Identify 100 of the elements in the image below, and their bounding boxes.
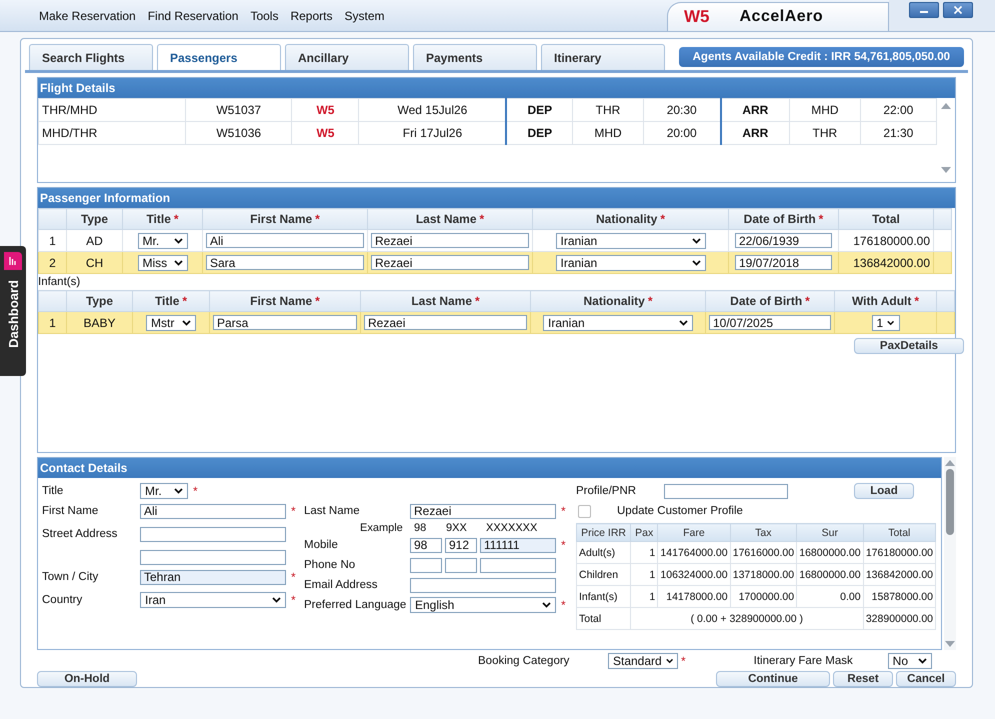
menu-item[interactable]: Tools	[250, 8, 278, 22]
required-mark: *	[193, 484, 198, 498]
infant-row[interactable]: 1 BABY Mstr Parsa Rezaei Iranian 10/07/2025 1	[38, 312, 954, 334]
table-cell: 176180000.00	[863, 542, 936, 564]
title-select[interactable]: Miss	[138, 254, 188, 271]
date-of-birth-field[interactable]: 19/07/2018	[735, 255, 832, 270]
checkbox-label: Update Customer Profile	[617, 505, 743, 518]
table-cell: 0.00	[796, 586, 864, 608]
column-header: Type	[66, 290, 132, 312]
booking-category-select[interactable]: Standard	[608, 652, 678, 669]
date-of-birth-field[interactable]: 22/06/1939	[735, 233, 832, 248]
last-name-field[interactable]: Rezaei	[371, 233, 529, 248]
table-cell: 1700000.00	[730, 586, 797, 608]
table-cell: MHD	[790, 98, 860, 122]
column-header: Date of Birth *	[706, 290, 834, 312]
tab[interactable]: Search Flights	[29, 44, 153, 70]
column-header: Total	[863, 524, 936, 542]
first-name-field[interactable]: Ali	[140, 504, 286, 519]
table-cell: 16800000.00	[796, 564, 864, 586]
menu-item[interactable]: Reports	[290, 8, 332, 22]
hint-text: XXXXXXX	[486, 522, 538, 534]
nationality-select[interactable]: Iranian	[556, 254, 706, 271]
title-select[interactable]: Mr.	[140, 483, 188, 500]
tab[interactable]: Itinerary	[541, 44, 665, 70]
language-select[interactable]: English	[410, 597, 556, 614]
menu-item[interactable]: Find Reservation	[148, 8, 238, 22]
panel-header: Flight Details	[38, 78, 955, 98]
required-mark: *	[561, 538, 566, 552]
dashboard-tab[interactable]: Dashboard	[0, 246, 26, 376]
mobile-number-field[interactable]: 912	[445, 538, 477, 553]
table-cell: DEP	[506, 122, 573, 145]
mobile-number-field[interactable]: 111111	[480, 538, 556, 553]
required-mark: *	[561, 598, 566, 612]
table-cell: 1	[630, 586, 658, 608]
field-label: Preferred Language	[304, 599, 408, 612]
fare-mask-select[interactable]: No	[888, 652, 932, 669]
hint-text: 9XX	[446, 522, 468, 534]
field-label: Title	[42, 485, 64, 498]
required-mark: *	[291, 593, 296, 608]
table-cell: 1	[630, 564, 658, 586]
table-cell: THR/MHD	[38, 98, 186, 122]
table-cell: 20:30	[643, 98, 721, 122]
on-hold-button[interactable]: On-Hold	[37, 670, 137, 687]
field-label: Last Name	[304, 505, 361, 518]
column-header: Price IRR	[576, 524, 631, 542]
reset-button[interactable]: Reset	[833, 670, 893, 687]
app-logo-text: AccelAero	[740, 8, 824, 26]
table-cell: 106324000.00	[658, 564, 730, 586]
column-header: Last Name *	[368, 208, 532, 230]
column-header: With Adult *	[834, 290, 936, 312]
table-cell: Adult(s)	[576, 542, 631, 564]
table-cell: 1	[38, 312, 66, 334]
first-name-field[interactable]: Parsa	[213, 315, 357, 330]
cancel-button[interactable]: Cancel	[896, 670, 956, 687]
table-cell: 1	[630, 542, 658, 564]
last-name-field[interactable]: Rezaei	[364, 315, 527, 330]
required-mark: *	[291, 570, 296, 584]
passenger-row[interactable]: 2 CH Miss Sara Rezaei Iranian 19/07/2018 136842000.00	[38, 252, 952, 274]
column-header: Tax	[730, 524, 797, 542]
date-of-birth-field[interactable]: 10/07/2025	[709, 315, 831, 330]
title-select[interactable]: Mr.	[138, 232, 188, 249]
table-cell: ARR	[720, 98, 790, 122]
last-name-field[interactable]: Rezaei	[371, 255, 529, 270]
nationality-select[interactable]: Iranian	[543, 314, 693, 331]
passenger-row[interactable]: 1 AD Mr. Ali Rezaei Iranian 22/06/1939 176180000.00	[38, 230, 952, 252]
first-name-field[interactable]: Ali	[206, 233, 364, 248]
nationality-select[interactable]: Iranian	[556, 232, 706, 249]
town-field[interactable]: Tehran	[140, 570, 286, 585]
first-name-field[interactable]: Sara	[206, 255, 364, 270]
table-cell: W5	[292, 122, 359, 145]
column-header: Nationality *	[530, 290, 706, 312]
pax-details-button[interactable]: PaxDetails	[854, 338, 964, 354]
column-header: First Name *	[210, 290, 360, 312]
panel-header: Passenger Information	[38, 188, 955, 208]
menu-item[interactable]: System	[344, 8, 384, 22]
column-header: First Name *	[202, 208, 368, 230]
load-button[interactable]: Load	[854, 483, 914, 500]
last-name-field[interactable]: Rezaei	[410, 504, 556, 519]
menu-item[interactable]: Make Reservation	[39, 8, 136, 22]
panel-header: Contact Details	[38, 458, 941, 478]
airline-code: W5	[684, 7, 710, 27]
table-cell: 13718000.00	[730, 564, 797, 586]
mobile-number-field[interactable]: 98	[410, 538, 442, 553]
title-select[interactable]: Mstr	[146, 314, 196, 331]
table-cell: 2	[38, 252, 66, 274]
table-cell: Wed 15Jul26	[358, 98, 506, 122]
table-cell: W51037	[186, 98, 292, 122]
tab[interactable]: Passengers	[157, 44, 281, 70]
tab[interactable]: Ancillary	[285, 44, 409, 70]
table-cell: Total	[576, 608, 631, 630]
country-select[interactable]: Iran	[140, 592, 286, 608]
table-cell: BABY	[66, 312, 132, 334]
table-cell: 328900000.00	[863, 608, 936, 630]
field-label: Profile/PNR	[576, 485, 638, 498]
adult-select[interactable]: 1	[872, 314, 900, 331]
table-cell: Infant(s)	[576, 586, 631, 608]
tab[interactable]: Payments	[413, 44, 537, 70]
table-cell: ARR	[720, 122, 790, 145]
continue-button[interactable]: Continue	[716, 670, 830, 687]
table-cell: DEP	[506, 98, 573, 122]
